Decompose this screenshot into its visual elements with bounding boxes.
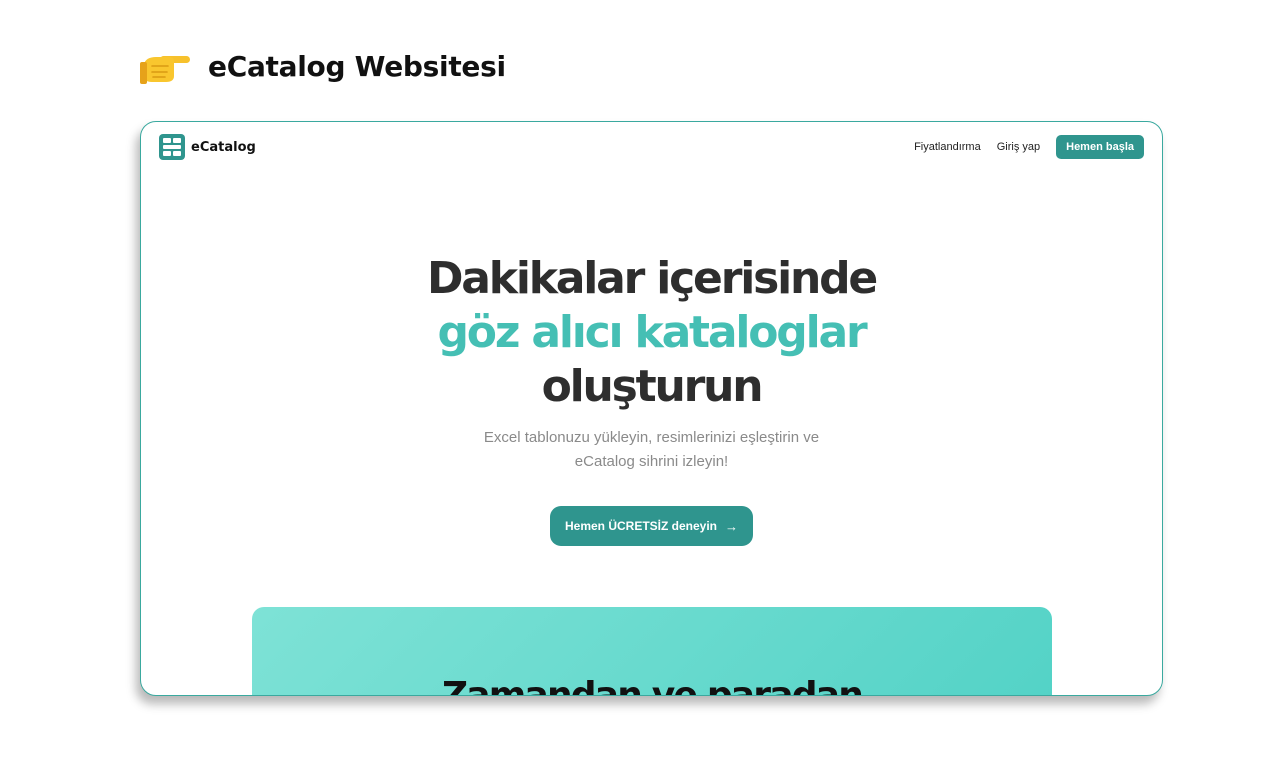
promo-panel: Zamandan ve paradan (252, 607, 1052, 696)
hero-subtitle-line-2: eCatalog sihrini izleyin! (574, 453, 729, 470)
brand-name: eCatalog (191, 139, 256, 155)
hero-heading-line-1: Dakikalar içerisinde (426, 253, 878, 304)
get-started-button[interactable]: Hemen başla (1056, 135, 1144, 159)
brand[interactable]: eCatalog (159, 134, 256, 160)
try-free-button-label: Hemen ÜCRETSİZ deneyin (564, 519, 718, 533)
promo-heading: Zamandan ve paradan (441, 675, 864, 696)
pointing-right-hand-icon (140, 56, 190, 84)
hero-cta-wrap: Hemen ÜCRETSİZ deneyin → (141, 506, 1162, 546)
hero-subtitle-line-1: Excel tablonuzu yükleyin, resimlerinizi … (483, 429, 820, 446)
website-preview: eCatalog Fiyatlandırma Giriş yap Hemen b… (140, 121, 1163, 696)
page-title: eCatalog Websitesi (208, 49, 506, 83)
nav-link-login[interactable]: Giriş yap (997, 141, 1040, 153)
nav-link-pricing[interactable]: Fiyatlandırma (914, 141, 981, 153)
hero-heading-line-2: göz alıcı kataloglar (437, 307, 868, 358)
try-free-button[interactable]: Hemen ÜCRETSİZ deneyin → (549, 506, 754, 546)
table-grid-icon (159, 134, 185, 160)
arrow-right-icon: → (725, 518, 739, 534)
site-nav: eCatalog Fiyatlandırma Giriş yap Hemen b… (141, 122, 1162, 172)
hero: Dakikalar içerisinde göz alıcı katalogla… (141, 252, 1162, 546)
hero-subtitle: Excel tablonuzu yükleyin, resimlerinizi … (141, 426, 1162, 474)
nav-links: Fiyatlandırma Giriş yap Hemen başla (914, 135, 1144, 159)
hero-heading-line-3: oluşturun (541, 361, 764, 412)
page-header: eCatalog Websitesi (140, 44, 506, 88)
